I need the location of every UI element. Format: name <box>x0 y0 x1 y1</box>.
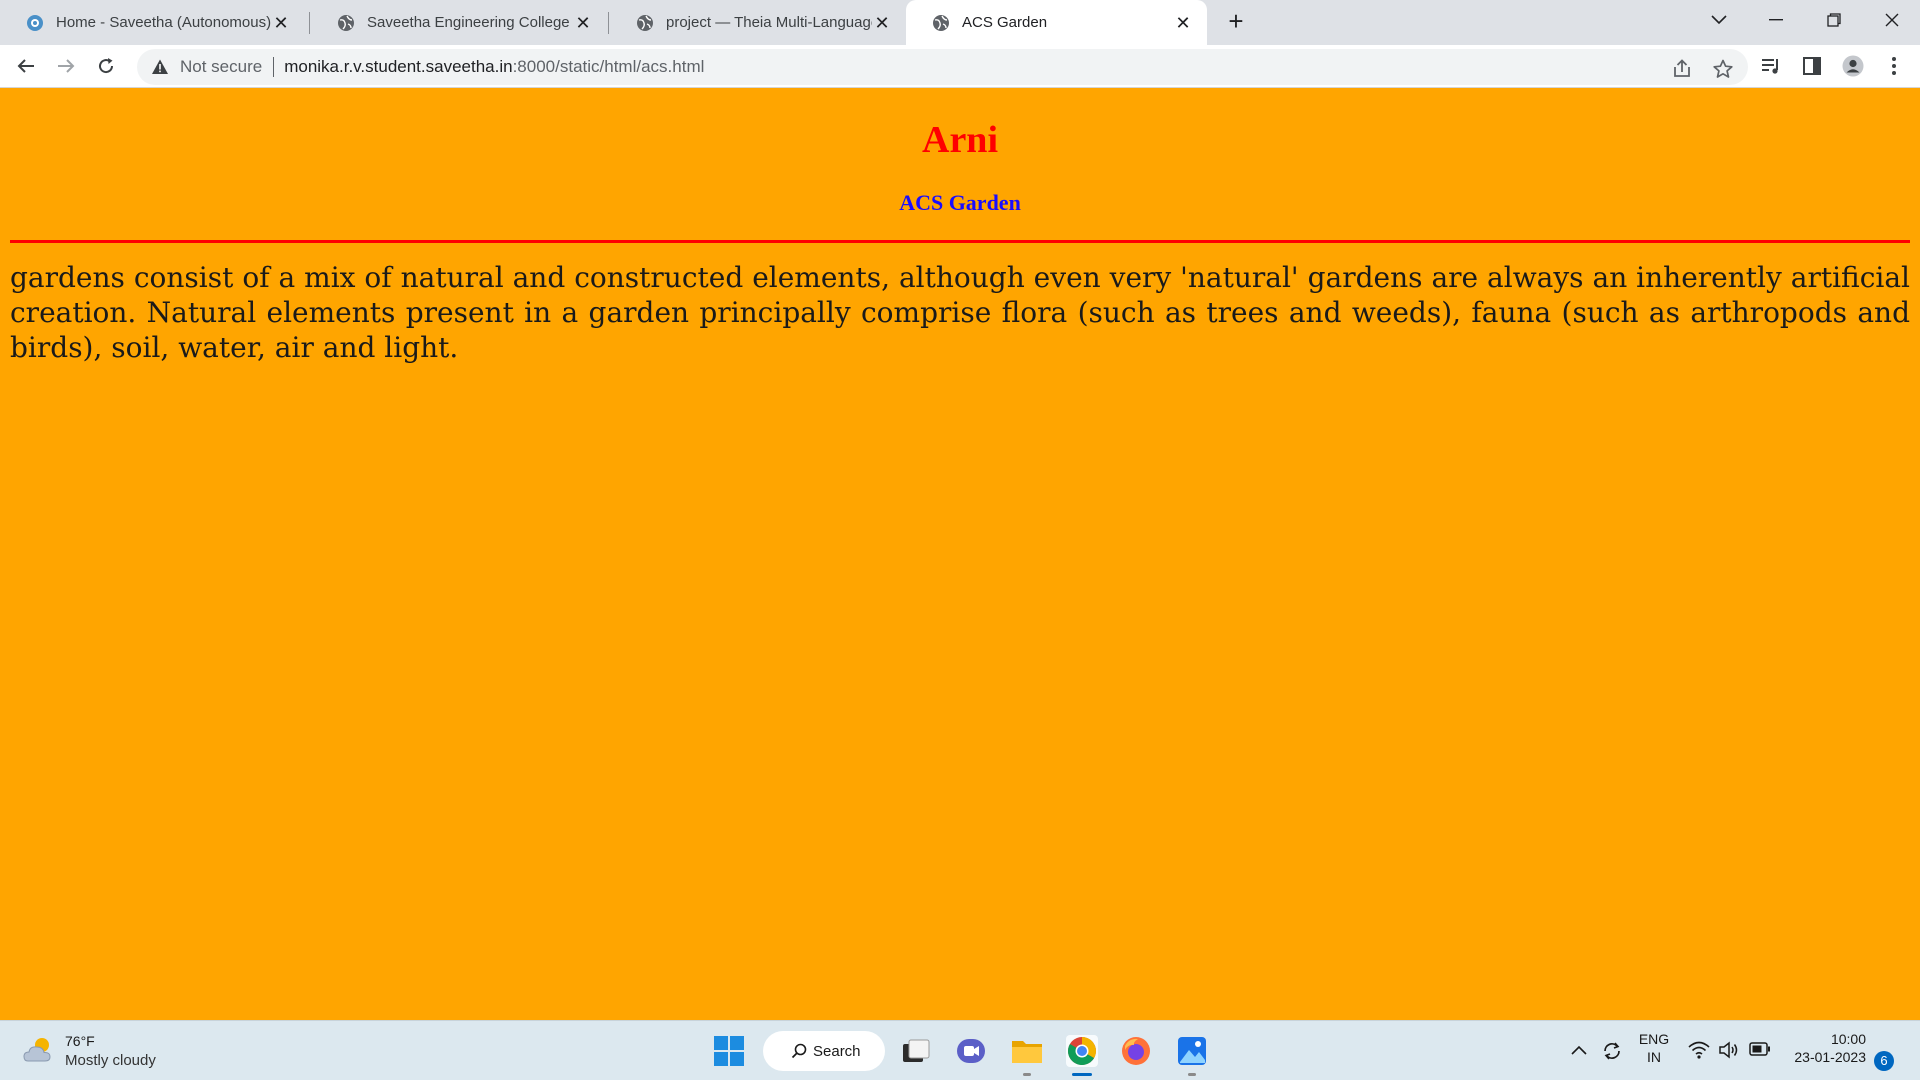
saveetha-favicon-icon <box>27 14 43 31</box>
tab-label: Saveetha Engineering College <box>367 14 570 31</box>
restore-icon <box>1827 13 1841 27</box>
volume-icon[interactable] <box>1718 1040 1740 1060</box>
arrow-right-icon <box>58 59 75 73</box>
task-view-button[interactable] <box>900 1035 932 1067</box>
file-explorer-button[interactable] <box>1011 1035 1043 1067</box>
globe-icon <box>338 14 354 31</box>
language-code: ENG <box>1638 1031 1670 1047</box>
media-queue-icon[interactable] <box>1760 55 1782 77</box>
search-icon <box>791 1043 807 1059</box>
wifi-icon[interactable] <box>1688 1041 1710 1059</box>
star-icon[interactable] <box>1712 58 1734 80</box>
close-tab-icon[interactable]: ✕ <box>1173 13 1193 33</box>
date: 23-01-2023 <box>1794 1049 1866 1065</box>
firefox-icon <box>1122 1037 1150 1065</box>
firefox-button[interactable] <box>1120 1035 1152 1067</box>
chevron-down-icon <box>1711 15 1727 25</box>
region-code: IN <box>1647 1049 1661 1065</box>
windows-logo-icon <box>714 1036 744 1066</box>
restore-button[interactable] <box>1806 0 1862 40</box>
tab-theia-project[interactable]: project — Theia Multi-Language ✕ <box>610 0 906 45</box>
tab-home-saveetha[interactable]: Home - Saveetha (Autonomous) ✕ <box>0 0 305 45</box>
horizontal-rule <box>10 240 1910 243</box>
kebab-menu-icon[interactable] <box>1883 55 1905 77</box>
address-bar[interactable]: Not secure monika.r.v.student.saveetha.i… <box>137 49 1748 85</box>
divider <box>273 57 275 77</box>
cloudy-weather-icon[interactable] <box>22 1035 58 1065</box>
tab-saveetha-engineering[interactable]: Saveetha Engineering College ✕ <box>311 0 607 45</box>
photos-icon <box>1178 1037 1206 1065</box>
close-icon <box>1885 13 1899 27</box>
windows-taskbar: 76°F Mostly cloudy Search ENG IN 10:00 2… <box>0 1020 1920 1080</box>
notification-badge[interactable]: 6 <box>1874 1051 1894 1071</box>
tab-label: project — Theia Multi-Language <box>666 14 872 31</box>
tab-strip: Home - Saveetha (Autonomous) ✕ Saveetha … <box>0 0 1920 45</box>
warning-icon <box>152 59 168 74</box>
page-heading: Arni <box>922 119 998 161</box>
chrome-button[interactable] <box>1066 1035 1098 1067</box>
tab-label: ACS Garden <box>962 14 1048 31</box>
weather-description[interactable]: Mostly cloudy <box>65 1052 156 1069</box>
arrow-left-icon <box>17 59 34 73</box>
chrome-icon <box>1068 1037 1096 1065</box>
tab-acs-garden[interactable]: ACS Garden ✕ <box>906 0 1207 45</box>
close-tab-icon[interactable]: ✕ <box>271 13 291 33</box>
running-indicator <box>1023 1073 1031 1076</box>
globe-icon <box>637 14 653 31</box>
chevron-up-icon[interactable] <box>1571 1045 1587 1055</box>
globe-icon <box>933 14 949 31</box>
reload-button[interactable] <box>90 50 122 82</box>
reload-icon <box>99 58 114 74</box>
photos-app-button[interactable] <box>1176 1035 1208 1067</box>
forward-button[interactable] <box>50 50 82 82</box>
start-button[interactable] <box>713 1035 745 1067</box>
tab-label: Home - Saveetha (Autonomous) <box>56 14 271 31</box>
time: 10:00 <box>1830 1031 1866 1047</box>
body-paragraph: gardens consist of a mix of natural and … <box>10 261 1910 364</box>
close-tab-icon[interactable]: ✕ <box>573 13 593 33</box>
profile-avatar-icon[interactable] <box>1842 55 1864 77</box>
tab-separator <box>309 12 310 34</box>
clock[interactable]: 10:00 23-01-2023 <box>1786 1031 1866 1065</box>
browser-toolbar: Not secure monika.r.v.student.saveetha.i… <box>0 45 1920 88</box>
close-window-button[interactable] <box>1864 0 1920 40</box>
tab-search-button[interactable] <box>1691 0 1747 40</box>
taskbar-search-button[interactable]: Search <box>763 1031 885 1071</box>
sync-icon[interactable] <box>1601 1040 1623 1062</box>
security-label[interactable]: Not secure <box>180 57 262 77</box>
share-icon[interactable] <box>1671 58 1693 80</box>
side-panel-icon[interactable] <box>1801 55 1823 77</box>
folder-icon <box>1012 1041 1042 1063</box>
new-tab-button[interactable]: + <box>1222 8 1250 36</box>
video-chat-icon <box>957 1039 985 1063</box>
minimize-icon <box>1769 19 1783 21</box>
battery-icon[interactable] <box>1749 1042 1771 1056</box>
close-tab-icon[interactable]: ✕ <box>872 13 892 33</box>
language-indicator[interactable]: ENG IN <box>1636 1031 1672 1065</box>
tab-separator <box>608 12 609 34</box>
minimize-button[interactable] <box>1748 0 1804 40</box>
teams-chat-button[interactable] <box>955 1035 987 1067</box>
search-label: Search <box>813 1042 861 1060</box>
weather-temperature[interactable]: 76°F <box>65 1033 95 1049</box>
url-path: :8000/static/html/acs.html <box>512 57 705 76</box>
url-host: monika.r.v.student.saveetha.in <box>284 57 513 76</box>
page-content: Arni ACS Garden gardens consist of a mix… <box>0 88 1920 1020</box>
task-view-icon <box>903 1039 930 1062</box>
back-button[interactable] <box>10 50 42 82</box>
running-indicator <box>1188 1073 1196 1076</box>
active-indicator <box>1072 1073 1092 1076</box>
page-subheading: ACS Garden <box>899 190 1021 215</box>
